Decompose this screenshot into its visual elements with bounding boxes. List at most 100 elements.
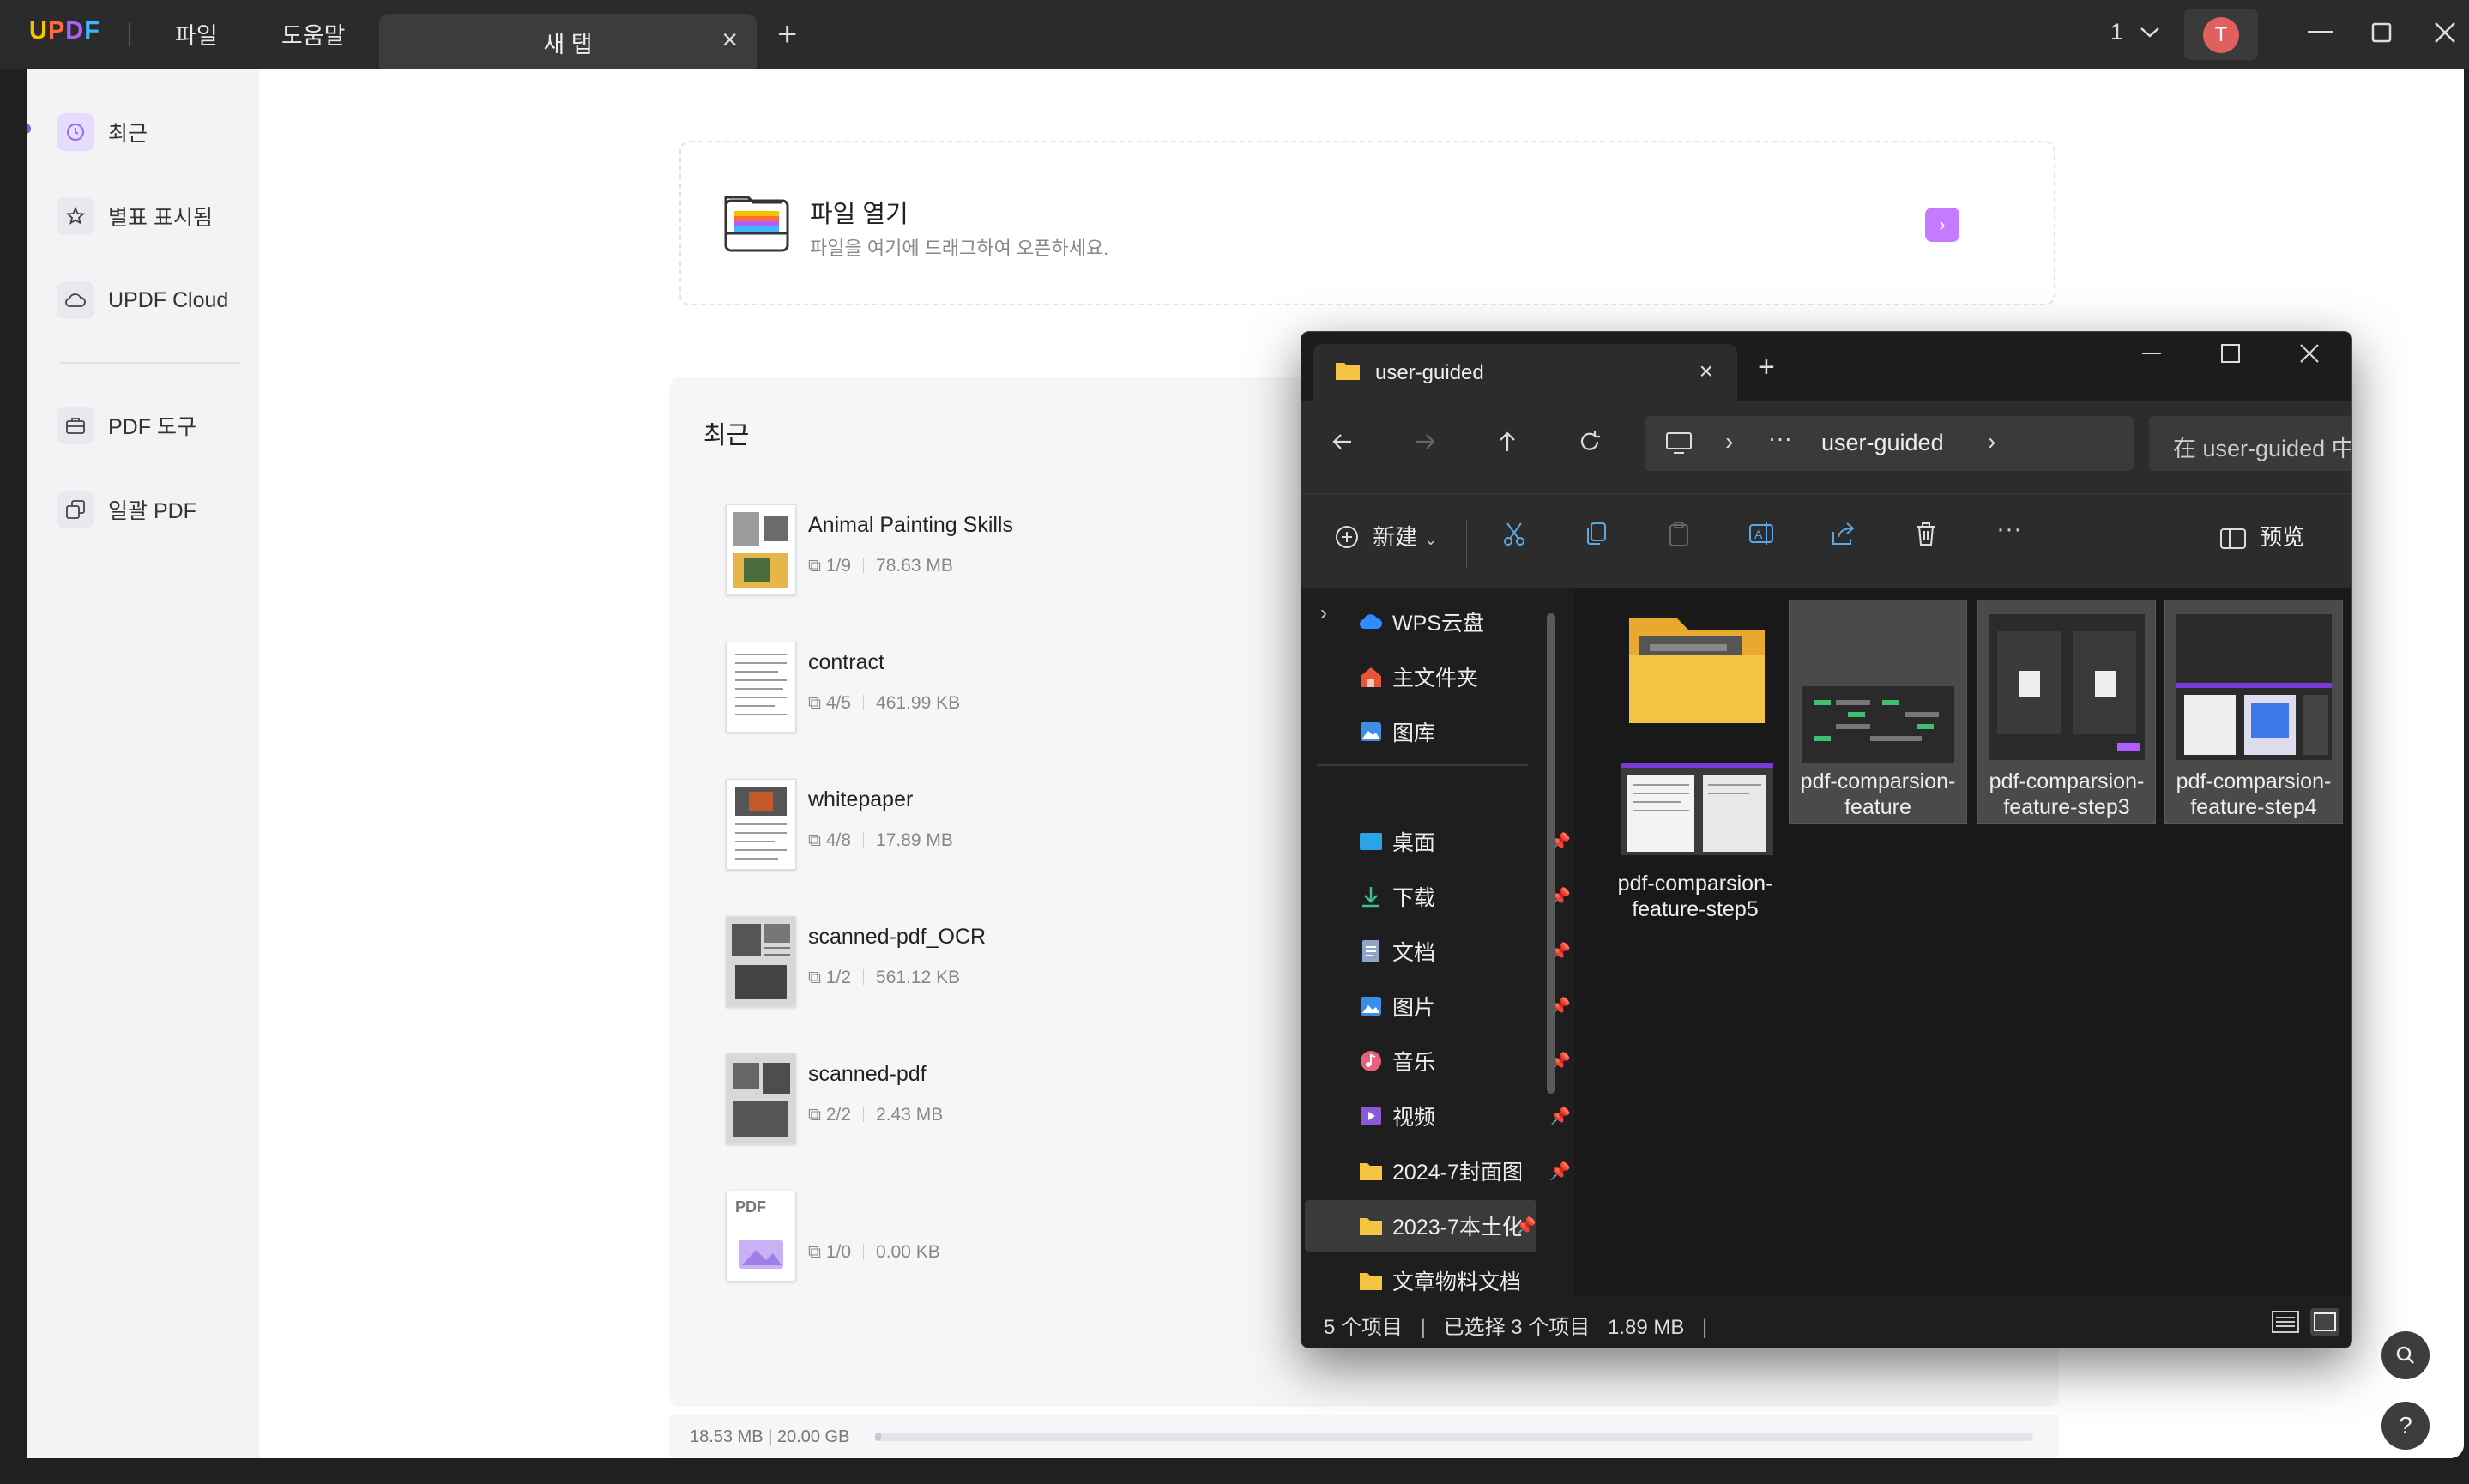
new-label: 新建 xyxy=(1373,524,1418,550)
sidebar-item-cloud[interactable]: UPDF Cloud xyxy=(57,276,245,324)
image-thumbnail xyxy=(1802,686,1954,763)
nav-item-desktop[interactable]: 桌面 📌 xyxy=(1356,816,1571,867)
pages-icon: ⧉ xyxy=(808,1105,826,1125)
home-icon xyxy=(1356,662,1385,691)
help-button[interactable]: ? xyxy=(2381,1402,2430,1450)
pin-icon[interactable]: 📌 xyxy=(1549,1161,1571,1182)
tab-new[interactable]: 새 탭 × xyxy=(379,14,757,69)
preview-button[interactable]: 预览 xyxy=(2219,520,2304,552)
maximize-icon xyxy=(2371,22,2392,43)
close-window-button[interactable] xyxy=(2433,21,2457,45)
account-button[interactable]: T xyxy=(2184,9,2258,60)
delete-button[interactable] xyxy=(1912,520,1940,553)
image-thumbnail xyxy=(2176,614,2332,760)
forward-button[interactable] xyxy=(1413,430,1437,461)
nav-item-pictures[interactable]: 图片 📌 xyxy=(1356,980,1571,1032)
minimize-button[interactable] xyxy=(2142,341,2161,370)
clipboard-icon xyxy=(1669,522,1688,546)
maximize-button[interactable] xyxy=(2371,22,2392,43)
back-button[interactable] xyxy=(1331,430,1355,461)
tiles-view-icon[interactable] xyxy=(2310,1308,2339,1336)
pin-icon[interactable]: 📌 xyxy=(1549,1106,1571,1127)
expand-chevron-icon[interactable]: › xyxy=(1320,601,1327,625)
recent-file-row[interactable]: PDF ⧉ 1/0 0.00 KB xyxy=(726,1191,1241,1285)
sidebar-item-label: UPDF Cloud xyxy=(108,287,229,312)
nav-item-wps[interactable]: WPS云盘 xyxy=(1356,596,1571,648)
sidebar-item-pdf-tools[interactable]: PDF 도구 xyxy=(57,401,245,449)
address-bar[interactable]: › ··· user-guided › xyxy=(1645,416,2134,471)
menu-help[interactable]: 도움말 xyxy=(281,17,346,51)
file-thumbnail xyxy=(726,642,796,733)
open-file-button[interactable]: › xyxy=(1925,208,1959,242)
recent-file-row[interactable]: scanned-pdf ⧉ 2/2 2.43 MB xyxy=(726,1053,1241,1148)
cut-button[interactable] xyxy=(1500,520,1528,553)
maximize-button[interactable] xyxy=(2221,341,2240,370)
desktop-icon xyxy=(1356,827,1385,856)
nav-label: 文章物料文档 xyxy=(1392,1270,1522,1294)
search-button[interactable] xyxy=(2381,1331,2430,1379)
nav-item-folder[interactable]: 2024-7封面图 📌 xyxy=(1356,1145,1571,1197)
rename-button[interactable]: A xyxy=(1748,520,1775,553)
close-window-button[interactable] xyxy=(2300,341,2319,370)
nav-item-gallery[interactable]: 图库 xyxy=(1356,706,1571,757)
copy-button[interactable] xyxy=(1583,520,1610,553)
explorer-search-input[interactable]: 在 user-guided 中 xyxy=(2149,416,2351,471)
file-size: 461.99 KB xyxy=(876,693,961,713)
nav-item-home[interactable]: 主文件夹 xyxy=(1356,651,1571,703)
open-file-dropzone[interactable]: 파일 열기 파일을 여기에 드래그하여 오픈하세요. › xyxy=(679,141,2055,305)
tab-close-icon[interactable]: × xyxy=(721,24,738,56)
nav-item-videos[interactable]: 视频 📌 xyxy=(1356,1090,1571,1142)
title-separator xyxy=(129,22,130,46)
up-button[interactable] xyxy=(1495,430,1519,461)
paste-button[interactable] xyxy=(1665,520,1693,553)
cloud-icon xyxy=(57,281,94,319)
more-icon[interactable]: ··· xyxy=(1768,425,1792,452)
file-size: 17.89 MB xyxy=(876,830,953,850)
nav-item-downloads[interactable]: 下载 📌 xyxy=(1356,871,1571,922)
status-text: 5 个项目 | 已选择 3 个项目 1.89 MB | xyxy=(1324,1316,1708,1339)
explorer-title-bar: user-guided × + xyxy=(1301,332,2351,401)
pin-icon[interactable]: 📌 xyxy=(1515,1216,1536,1237)
sidebar-item-recent[interactable]: 최근 xyxy=(57,108,245,156)
close-icon xyxy=(2435,22,2455,43)
storage-bar: 18.53 MB | 20.00 GB xyxy=(669,1415,2059,1457)
new-button[interactable]: 新建 ⌄ xyxy=(1334,520,1437,552)
recent-file-row[interactable]: scanned-pdf_OCR ⧉ 1/2 561.12 KB xyxy=(726,916,1241,1010)
open-file-subtitle: 파일을 여기에 드래그하여 오픈하세요. xyxy=(810,238,1109,259)
nav-item-folder[interactable]: 2023-7本土化 📌 xyxy=(1305,1200,1536,1252)
nav-item-documents[interactable]: 文档 📌 xyxy=(1356,926,1571,977)
storage-text: 18.53 MB | 20.00 GB xyxy=(690,1427,850,1446)
nav-scrollbar[interactable] xyxy=(1547,613,1555,1094)
image-file-item[interactable]: pdf-comparsion-feature xyxy=(1789,600,1967,824)
share-button[interactable] xyxy=(1830,520,1857,553)
file-pages: 2/2 xyxy=(825,1105,852,1125)
add-tab-button[interactable]: + xyxy=(1758,353,1775,382)
page-count-dropdown[interactable]: 1 xyxy=(2110,19,2161,45)
recent-file-row[interactable]: contract ⧉ 4/5 461.99 KB xyxy=(726,642,1241,736)
picture-icon xyxy=(1356,992,1385,1021)
svg-text:PDF: PDF xyxy=(735,1198,766,1216)
recent-file-row[interactable]: Animal Painting Skills ⧉ 1/9 78.63 MB xyxy=(726,504,1241,599)
chevron-down-icon: ⌄ xyxy=(1424,531,1438,548)
image-thumbnail xyxy=(1989,614,2145,760)
add-tab-button[interactable]: + xyxy=(777,17,797,51)
explorer-tab[interactable]: user-guided × xyxy=(1313,344,1737,401)
sidebar-divider xyxy=(60,362,240,364)
refresh-button[interactable] xyxy=(1578,430,1602,461)
sidebar-item-label: 일괄 PDF xyxy=(108,499,196,523)
file-pages: 1/0 xyxy=(825,1242,852,1262)
recent-file-row[interactable]: whitepaper ⧉ 4/8 17.89 MB xyxy=(726,779,1241,873)
sidebar-item-batch[interactable]: 일괄 PDF xyxy=(57,486,245,534)
image-file-item[interactable]: pdf-comparsion-feature-step4 xyxy=(2164,600,2343,824)
image-file-item[interactable]: pdf-comparsion-feature-step5 xyxy=(1607,763,1784,986)
more-options-button[interactable]: ··· xyxy=(1996,515,2022,544)
minimize-button[interactable] xyxy=(2308,31,2333,34)
page-count: 1 xyxy=(2110,19,2124,45)
image-file-item[interactable]: pdf-comparsion-feature-step3 xyxy=(1977,600,2156,824)
details-view-icon[interactable] xyxy=(2271,1308,2300,1336)
menu-file[interactable]: 파일 xyxy=(175,17,218,51)
sidebar-item-starred[interactable]: 별표 표시됨 xyxy=(57,192,245,240)
nav-item-music[interactable]: 音乐 📌 xyxy=(1356,1035,1571,1087)
close-icon[interactable]: × xyxy=(1699,358,1713,385)
file-meta: ⧉ 4/8 17.89 MB xyxy=(808,830,953,851)
